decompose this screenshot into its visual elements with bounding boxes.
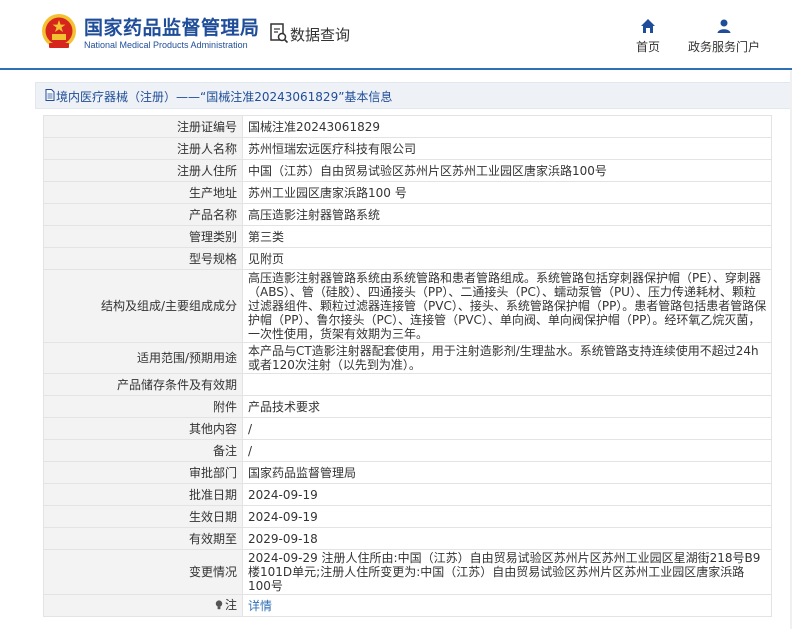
table-row: 注册人名称 苏州恒瑞宏远医疗科技有限公司 xyxy=(43,137,772,160)
table-row: 其他内容 / xyxy=(43,417,772,440)
note-value-cell: 详情 xyxy=(242,594,772,617)
table-row: 注册证编号 国械注准20243061829 xyxy=(43,115,772,138)
row-value: 高压造影注射器管路系统 xyxy=(242,203,772,226)
table-row: 批准日期 2024-09-19 xyxy=(43,483,772,506)
row-value: / xyxy=(242,439,772,462)
row-value: 第三类 xyxy=(242,225,772,248)
row-label: 其他内容 xyxy=(43,417,243,440)
data-query-icon xyxy=(270,23,289,44)
row-value: 苏州工业园区唐家浜路100 号 xyxy=(242,181,772,204)
row-value: 高压造影注射器管路系统由系统管路和患者管路组成。系统管路包括穿刺器保护帽（PE）… xyxy=(242,269,772,343)
document-icon xyxy=(45,89,55,101)
row-value: 本产品与CT造影注射器配套使用，用于注射造影剂/生理盐水。系统管路支持连续使用不… xyxy=(242,342,772,374)
row-label: 注册人名称 xyxy=(43,137,243,160)
row-label: 适用范围/预期用途 xyxy=(43,342,243,374)
row-value: / xyxy=(242,417,772,440)
data-query-title: 数据查询 xyxy=(290,26,351,44)
site-header: 国家药品监督管理局 National Medical Products Admi… xyxy=(0,0,792,68)
bulb-icon xyxy=(215,600,223,610)
row-label: 生产地址 xyxy=(43,181,243,204)
nav-service-portal[interactable]: 政务服务门户 xyxy=(684,18,764,58)
breadcrumb-text: 境内医疗器械（注册）——“国械注准20243061829”基本信息 xyxy=(56,90,393,104)
table-row: 注册人住所 中国（江苏）自由贸易试验区苏州片区苏州工业园区唐家浜路100号 xyxy=(43,159,772,182)
row-label: 产品名称 xyxy=(43,203,243,226)
row-value xyxy=(242,373,772,396)
row-label: 附件 xyxy=(43,395,243,418)
table-row: 结构及组成/主要组成成分 高压造影注射器管路系统由系统管路和患者管路组成。系统管… xyxy=(43,269,772,343)
row-label: 备注 xyxy=(43,439,243,462)
table-row: 生效日期 2024-09-19 xyxy=(43,505,772,528)
user-icon xyxy=(717,19,731,33)
org-name-en: National Medical Products Administration xyxy=(84,40,248,50)
table-row: 审批部门 国家药品监督管理局 xyxy=(43,461,772,484)
table-row: 管理类别 第三类 xyxy=(43,225,772,248)
row-label: 产品储存条件及有效期 xyxy=(43,373,243,396)
table-row-note: 注 详情 xyxy=(43,594,772,617)
table-row: 型号规格 见附页 xyxy=(43,247,772,270)
row-label: 批准日期 xyxy=(43,483,243,506)
table-row: 变更情况 2024-09-29 注册人住所由:中国（江苏）自由贸易试验区苏州片区… xyxy=(43,549,772,595)
row-value: 2024-09-29 注册人住所由:中国（江苏）自由贸易试验区苏州片区苏州工业园… xyxy=(242,549,772,595)
row-label: 管理类别 xyxy=(43,225,243,248)
row-value: 中国（江苏）自由贸易试验区苏州片区苏州工业园区唐家浜路100号 xyxy=(242,159,772,182)
table-row: 生产地址 苏州工业园区唐家浜路100 号 xyxy=(43,181,772,204)
table-row: 有效期至 2029-09-18 xyxy=(43,527,772,550)
row-label: 变更情况 xyxy=(43,549,243,595)
row-value: 国械注准20243061829 xyxy=(242,115,772,138)
row-value: 2024-09-19 xyxy=(242,483,772,506)
row-label: 型号规格 xyxy=(43,247,243,270)
table-row: 附件 产品技术要求 xyxy=(43,395,772,418)
row-label: 注册人住所 xyxy=(43,159,243,182)
table-row: 产品名称 高压造影注射器管路系统 xyxy=(43,203,772,226)
nav-home[interactable]: 首页 xyxy=(630,18,666,58)
row-value: 见附页 xyxy=(242,247,772,270)
row-value: 2029-09-18 xyxy=(242,527,772,550)
note-label-cell: 注 xyxy=(43,594,243,617)
row-label: 结构及组成/主要组成成分 xyxy=(43,269,243,343)
row-label: 注册证编号 xyxy=(43,115,243,138)
org-name-cn: 国家药品监督管理局 xyxy=(84,17,260,39)
table-row: 备注 / xyxy=(43,439,772,462)
row-label: 审批部门 xyxy=(43,461,243,484)
row-value: 苏州恒瑞宏远医疗科技有限公司 xyxy=(242,137,772,160)
header-divider xyxy=(0,68,792,70)
nav-service-portal-label: 政务服务门户 xyxy=(687,40,760,54)
nav-home-label: 首页 xyxy=(635,40,660,54)
details-link[interactable]: 详情 xyxy=(248,599,272,613)
row-label: 有效期至 xyxy=(43,527,243,550)
row-value: 产品技术要求 xyxy=(242,395,772,418)
row-value: 2024-09-19 xyxy=(242,505,772,528)
row-value: 国家药品监督管理局 xyxy=(242,461,772,484)
row-label: 生效日期 xyxy=(43,505,243,528)
table-row: 产品储存条件及有效期 xyxy=(43,373,772,396)
note-label: 注 xyxy=(224,598,237,612)
national-emblem-icon xyxy=(42,14,76,48)
table-row: 适用范围/预期用途 本产品与CT造影注射器配套使用，用于注射造影剂/生理盐水。系… xyxy=(43,342,772,374)
home-icon xyxy=(641,19,655,33)
breadcrumb: 境内医疗器械（注册）——“国械注准20243061829”基本信息 xyxy=(35,82,792,109)
registration-detail-table: 注册证编号 国械注准20243061829 注册人名称 苏州恒瑞宏远医疗科技有限… xyxy=(43,115,772,617)
